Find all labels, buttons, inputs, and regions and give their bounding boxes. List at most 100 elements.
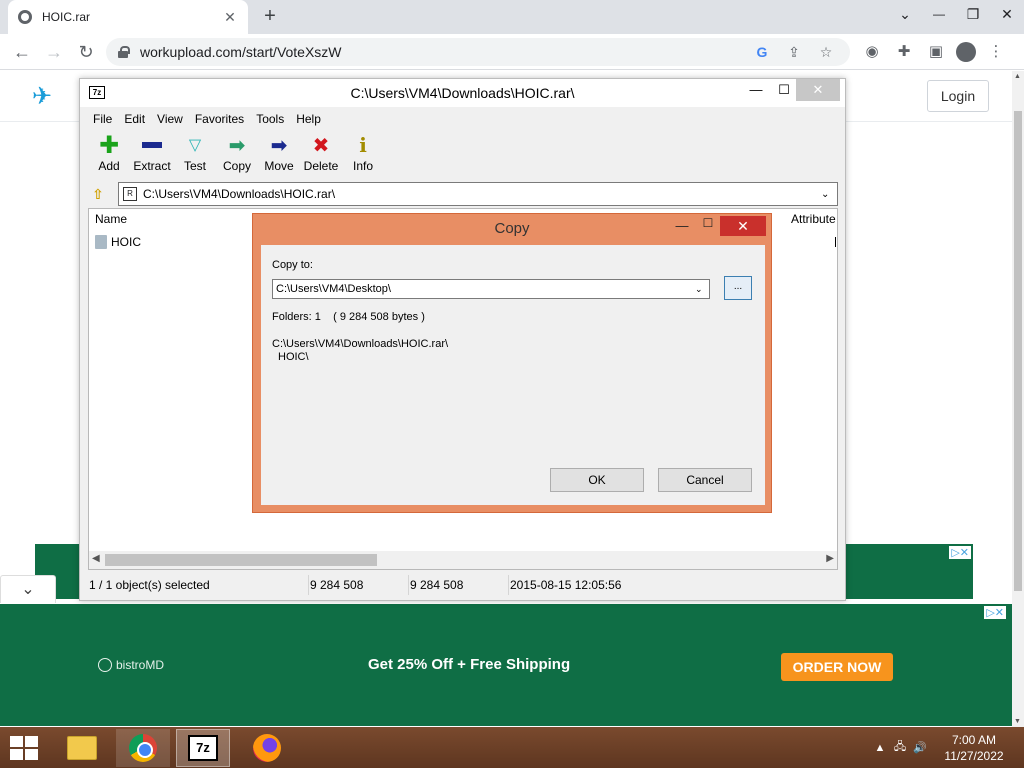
new-tab-button[interactable]: +: [258, 5, 282, 28]
sevenzip-address-text[interactable]: C:\Users\VM4\Downloads\HOIC.rar\: [143, 187, 821, 201]
browse-button[interactable]: ...: [724, 276, 752, 300]
tab-search-icon[interactable]: ⌄: [888, 0, 922, 28]
taskbar-clock[interactable]: 7:00 AM 11/27/2022: [934, 732, 1014, 764]
sevenzip-maximize-button[interactable]: ☐: [772, 79, 796, 101]
dialog-minimize-button[interactable]: —: [671, 218, 693, 233]
browser-tab[interactable]: HOIC.rar ✕: [8, 0, 248, 34]
add-icon: ✚: [98, 131, 120, 159]
add-label: Add: [98, 159, 120, 173]
login-button[interactable]: Login: [927, 80, 989, 112]
extract-button[interactable]: Extract: [130, 133, 174, 179]
forward-button[interactable]: →: [42, 40, 66, 64]
dialog-maximize-button[interactable]: ☐: [697, 216, 719, 230]
move-icon: ➡: [270, 134, 288, 157]
banner-ad[interactable]: ▷✕ bistroMD Get 25% Off + Free Shipping …: [0, 604, 1012, 726]
bookmark-star-icon[interactable]: ☆: [814, 44, 838, 61]
menu-tools[interactable]: Tools: [250, 109, 290, 129]
address-bar[interactable]: workupload.com/start/VoteXszW G ⇪ ☆: [106, 38, 850, 66]
order-now-button[interactable]: ORDER NOW: [781, 653, 893, 681]
test-icon: ▽: [188, 137, 202, 154]
taskbar-file-explorer[interactable]: [55, 729, 109, 767]
lock-icon[interactable]: [118, 46, 130, 58]
chevron-down-icon[interactable]: ⌄: [821, 189, 837, 200]
dialog-close-button[interactable]: ✕: [720, 216, 766, 236]
sevenzip-close-button[interactable]: ✕: [796, 79, 840, 101]
column-header-name[interactable]: Name: [95, 209, 127, 229]
column-header-attributes[interactable]: Attribute: [791, 209, 836, 229]
file-list-hscrollbar[interactable]: ◀ ▶: [89, 551, 837, 569]
windows-logo-icon: [10, 736, 23, 747]
start-button[interactable]: [10, 736, 38, 760]
cancel-button[interactable]: Cancel: [658, 468, 752, 492]
sevenzip-minimize-button[interactable]: —: [744, 79, 768, 101]
network-icon[interactable]: 🖧: [890, 738, 910, 757]
sevenzip-titlebar[interactable]: 7z C:\Users\VM4\Downloads\HOIC.rar\ — ☐ …: [80, 79, 845, 107]
folder-up-icon[interactable]: ⇧: [88, 184, 108, 204]
ad-close-icon[interactable]: ▷✕: [949, 546, 971, 559]
taskbar-7zip[interactable]: 7z: [176, 729, 230, 767]
menu-edit[interactable]: Edit: [118, 109, 151, 129]
scroll-right-icon[interactable]: ▶: [826, 553, 834, 564]
add-button[interactable]: ✚ Add: [88, 131, 130, 179]
menu-view[interactable]: View: [151, 109, 189, 129]
browser-minimize-button[interactable]: —: [922, 0, 956, 28]
folder-icon: [67, 736, 97, 760]
reload-button[interactable]: ↻: [74, 40, 98, 64]
copy-to-label: Copy to:: [272, 259, 313, 271]
info-button[interactable]: i Info: [342, 133, 384, 179]
source-path-block: C:\Users\VM4\Downloads\HOIC.rar\ HOIC\: [272, 338, 448, 364]
profile-avatar-icon[interactable]: [956, 42, 976, 62]
page-scrollbar-thumb[interactable]: [1014, 111, 1022, 591]
browser-close-button[interactable]: ✕: [990, 0, 1024, 28]
firefox-icon: [253, 734, 281, 762]
destination-combo[interactable]: C:\Users\VM4\Desktop\ ⌄: [272, 279, 710, 299]
chevron-down-icon[interactable]: ⌄: [695, 284, 709, 295]
share-icon[interactable]: ⇪: [782, 44, 806, 61]
url-text[interactable]: workupload.com/start/VoteXszW: [140, 44, 750, 60]
menu-help[interactable]: Help: [290, 109, 327, 129]
list-item[interactable]: HOIC: [95, 233, 141, 251]
scroll-down-icon[interactable]: ▼: [1014, 718, 1021, 725]
scroll-left-icon[interactable]: ◀: [92, 553, 100, 564]
ok-button[interactable]: OK: [550, 468, 644, 492]
copy-label: Copy: [222, 159, 251, 173]
status-packed: 9 284 508: [409, 575, 509, 595]
show-hidden-icons-icon[interactable]: ▲: [870, 742, 890, 754]
puzzle-icon[interactable]: ✚: [892, 40, 916, 64]
test-label: Test: [183, 159, 206, 173]
info-icon: i: [359, 133, 367, 157]
page-scrollbar[interactable]: ▲ ▼: [1012, 71, 1024, 727]
tab-close-icon[interactable]: ✕: [222, 9, 238, 26]
ad-close-icon[interactable]: ▷✕: [984, 606, 1006, 619]
taskbar-firefox[interactable]: [240, 729, 294, 767]
sevenzip-statusbar: 1 / 1 object(s) selected 9 284 508 9 284…: [88, 575, 838, 595]
sevenzip-address-combo[interactable]: R C:\Users\VM4\Downloads\HOIC.rar\ ⌄: [118, 182, 838, 206]
sevenzip-address-row: ⇧ R C:\Users\VM4\Downloads\HOIC.rar\ ⌄: [88, 182, 838, 206]
taskbar: 7z ▲ 🖧 🔊 7:00 AM 11/27/2022: [0, 727, 1024, 768]
globe-icon: [18, 10, 32, 24]
hscroll-thumb[interactable]: [105, 554, 377, 566]
test-button[interactable]: ▽ Test: [174, 133, 216, 179]
status-selected: 1 / 1 object(s) selected: [88, 575, 309, 595]
site-logo-icon[interactable]: ✈: [32, 82, 72, 112]
side-panel-icon[interactable]: ▣: [924, 40, 948, 64]
move-button[interactable]: ➡ Move: [258, 133, 300, 179]
google-lens-icon[interactable]: G: [750, 44, 774, 61]
browser-menu-icon[interactable]: ⋮: [984, 40, 1008, 64]
browser-restore-button[interactable]: ❐: [956, 0, 990, 28]
destination-path[interactable]: C:\Users\VM4\Desktop\: [276, 283, 695, 295]
copy-button[interactable]: ➡ Copy: [216, 133, 258, 179]
menu-favorites[interactable]: Favorites: [189, 109, 250, 129]
clock-date: 11/27/2022: [944, 748, 1004, 763]
back-button[interactable]: ←: [10, 40, 34, 64]
sevenzip-icon: 7z: [188, 735, 218, 761]
extension-icon[interactable]: ◉: [860, 40, 884, 64]
delete-button[interactable]: ✖ Delete: [300, 133, 342, 179]
ad-headline: Get 25% Off + Free Shipping: [368, 656, 571, 673]
tab-title: HOIC.rar: [42, 10, 90, 24]
menu-file[interactable]: File: [87, 109, 118, 129]
scroll-up-icon[interactable]: ▲: [1014, 73, 1021, 80]
volume-icon[interactable]: 🔊: [910, 741, 930, 754]
taskbar-chrome[interactable]: [116, 729, 170, 767]
ad-collapse-button[interactable]: ⌄: [0, 575, 56, 603]
